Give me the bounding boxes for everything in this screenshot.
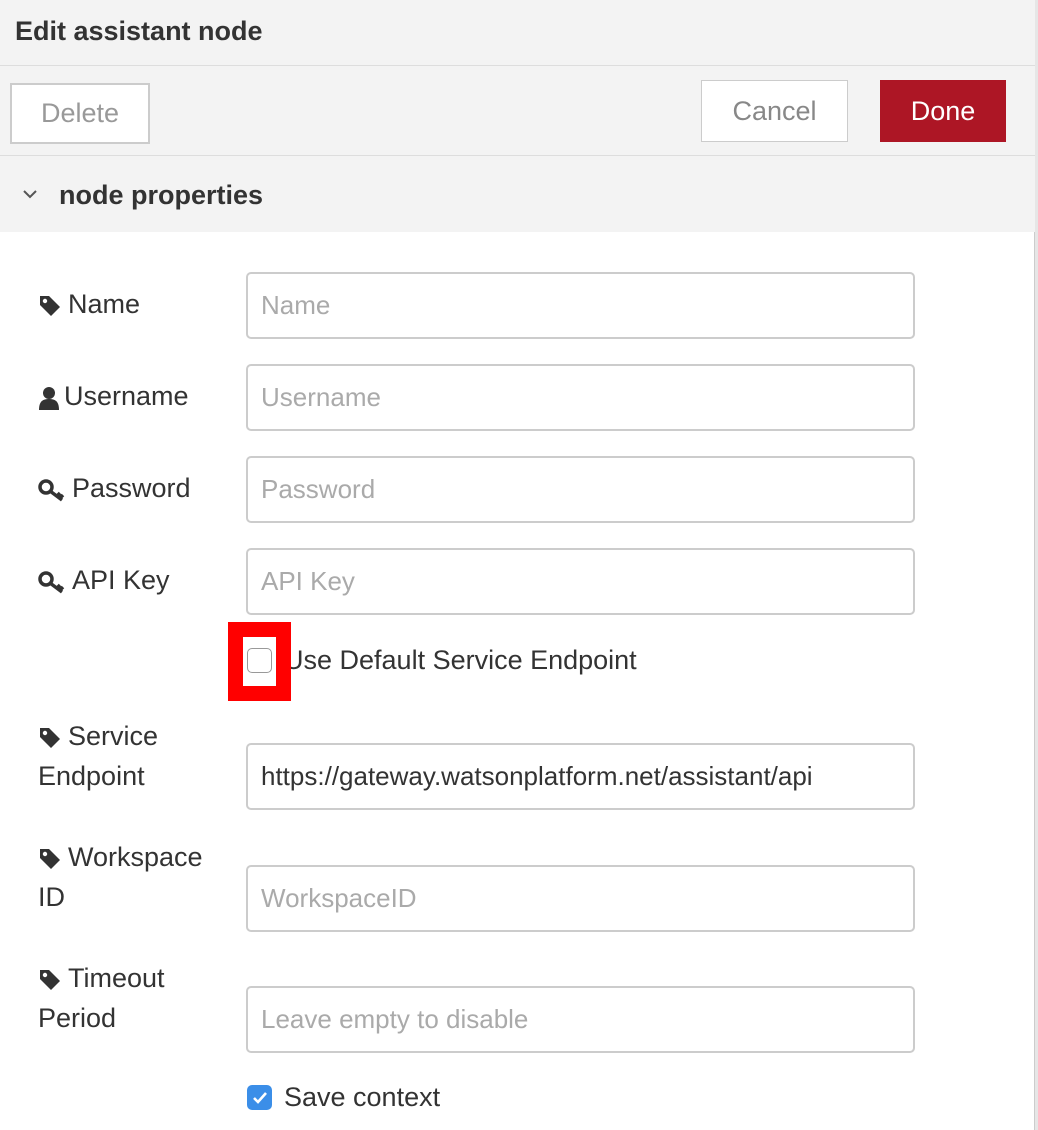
service-endpoint-label-line1: Service	[68, 721, 159, 751]
tag-icon	[38, 726, 62, 750]
done-button[interactable]: Done	[880, 80, 1006, 142]
username-input[interactable]	[246, 364, 915, 431]
password-input[interactable]	[246, 456, 915, 523]
save-context-label: Save context	[284, 1082, 441, 1112]
checkmark-icon	[252, 1091, 267, 1104]
service-endpoint-label: Service Endpoint	[38, 716, 158, 796]
username-label-text: Username	[64, 381, 189, 411]
chevron-down-icon[interactable]	[22, 174, 38, 214]
save-context-checkbox[interactable]	[247, 1085, 272, 1110]
tray-toolbar: Delete Cancel Done	[0, 66, 1035, 156]
default-endpoint-label: Use Default Service Endpoint	[284, 645, 637, 675]
tray-title: Edit assistant node	[15, 16, 263, 46]
tag-icon	[38, 968, 62, 992]
name-label-text: Name	[68, 289, 141, 319]
section-title: node properties	[59, 180, 264, 210]
workspace-id-label: Workspace ID	[38, 837, 203, 917]
timeout-label-line2: Period	[38, 1003, 117, 1033]
cancel-button[interactable]: Cancel	[701, 80, 848, 142]
highlight-box	[228, 622, 291, 701]
timeout-label-line1: Timeout	[68, 963, 165, 993]
default-endpoint-row: Use Default Service Endpoint	[246, 645, 637, 676]
timeout-input[interactable]	[246, 986, 915, 1053]
password-label: Password	[38, 468, 191, 508]
apikey-input[interactable]	[246, 548, 915, 615]
name-label: Name	[38, 284, 140, 324]
password-label-text: Password	[72, 473, 191, 503]
name-input[interactable]	[246, 272, 915, 339]
node-properties-section-header[interactable]: node properties	[0, 156, 1035, 232]
username-label: Username	[38, 376, 189, 416]
key-icon	[38, 570, 66, 594]
user-icon	[38, 386, 60, 410]
delete-button[interactable]: Delete	[10, 83, 150, 144]
workspace-id-input[interactable]	[246, 865, 915, 932]
tag-icon	[38, 294, 62, 318]
workspace-id-label-line2: ID	[38, 882, 65, 912]
key-icon	[38, 478, 66, 502]
edit-node-tray: Edit assistant node Delete Cancel Done n…	[0, 0, 1035, 1130]
save-context-row: Save context	[246, 1082, 440, 1113]
service-endpoint-label-line2: Endpoint	[38, 761, 145, 791]
timeout-label: Timeout Period	[38, 958, 165, 1038]
tag-icon	[38, 847, 62, 871]
apikey-label: API Key	[38, 560, 170, 600]
apikey-label-text: API Key	[72, 565, 170, 595]
tray-header: Edit assistant node	[0, 0, 1035, 66]
service-endpoint-input[interactable]	[246, 743, 915, 810]
workspace-id-label-line1: Workspace	[68, 842, 203, 872]
